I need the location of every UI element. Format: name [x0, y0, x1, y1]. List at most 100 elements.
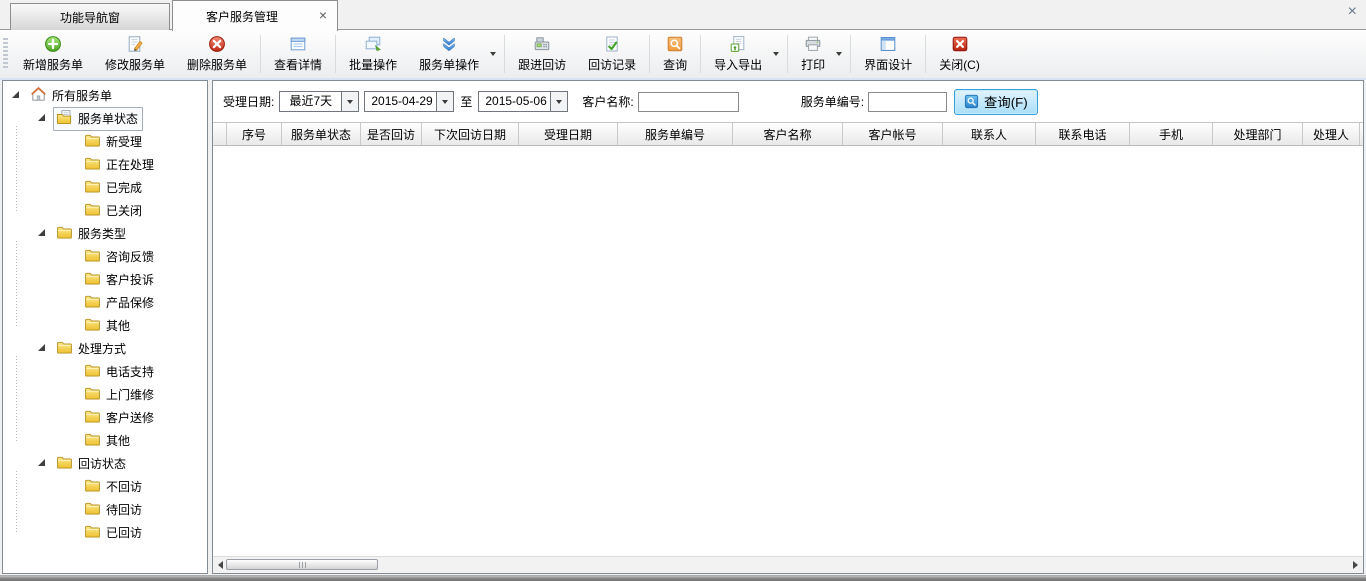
window-close-icon[interactable]: ×: [1348, 4, 1357, 20]
add-order-button[interactable]: 新增服务单: [12, 32, 94, 76]
add-icon: [44, 35, 62, 53]
tree-item-handle-method[interactable]: 处理方式: [37, 337, 207, 360]
grid-body-empty[interactable]: [213, 146, 1363, 556]
date-from-select[interactable]: 2015-04-29: [364, 91, 454, 112]
scroll-left-icon[interactable]: [218, 561, 223, 569]
tree-item-visit-status[interactable]: 回访状态: [37, 452, 207, 475]
column-header-phone[interactable]: 联系电话: [1036, 123, 1130, 145]
column-header-dept[interactable]: 处理部门: [1213, 123, 1303, 145]
print-button[interactable]: 打印: [790, 34, 836, 74]
query-toolbar-button[interactable]: 查询: [652, 32, 698, 76]
tree-item-service-type[interactable]: 服务类型: [37, 222, 207, 245]
chevron-down-icon[interactable]: [341, 92, 358, 111]
batch-ops-icon: [364, 35, 382, 53]
search-icon: [964, 94, 979, 109]
tree-item-new-accepted[interactable]: 新受理: [63, 130, 207, 153]
scroll-right-icon[interactable]: [1353, 561, 1358, 569]
folder-icon: [84, 523, 101, 543]
sidebar-tree-panel: 所有服务单 服务单状态 新受理 正在处理 已完成 已关闭 服务类型: [2, 80, 208, 574]
import-export-button[interactable]: 导入导出: [703, 34, 773, 74]
customer-name-input[interactable]: [638, 92, 739, 112]
tree-item-completed[interactable]: 已完成: [63, 176, 207, 199]
service-order-tree: 所有服务单 服务单状态 新受理 正在处理 已完成 已关闭 服务类型: [3, 81, 207, 544]
expander-icon[interactable]: [38, 229, 45, 236]
column-header-customer[interactable]: 客户名称: [733, 123, 843, 145]
edit-order-button[interactable]: 修改服务单: [94, 32, 176, 76]
service-ops-button[interactable]: 服务单操作: [408, 34, 490, 74]
column-header-accept-date[interactable]: 受理日期: [519, 123, 618, 145]
tab-close-icon[interactable]: ×: [319, 8, 327, 22]
tree-item-order-status[interactable]: 服务单状态: [37, 107, 207, 130]
folder-icon: [84, 500, 101, 520]
tree-item-all-orders[interactable]: 所有服务单: [11, 84, 207, 107]
dropdown-arrow-icon[interactable]: [773, 52, 779, 56]
tree-item-processing[interactable]: 正在处理: [63, 153, 207, 176]
delete-order-button[interactable]: 删除服务单: [176, 32, 258, 76]
tree-item-pending-visit[interactable]: 待回访: [63, 498, 207, 521]
column-header-seq[interactable]: 序号: [227, 123, 282, 145]
toolbar-grip-handle[interactable]: [3, 38, 8, 70]
folder-icon: [84, 155, 101, 175]
toolbar-separator: [850, 35, 851, 73]
tab-nav-window[interactable]: 功能导航窗: [10, 3, 170, 30]
tree-item-complaint[interactable]: 客户投诉: [63, 268, 207, 291]
tree-item-closed[interactable]: 已关闭: [63, 199, 207, 222]
view-details-icon: [289, 35, 307, 53]
toolbar-separator: [925, 35, 926, 73]
visit-record-button[interactable]: 回访记录: [577, 32, 647, 76]
toolbar-separator: [504, 35, 505, 73]
expander-icon[interactable]: [12, 91, 19, 98]
column-header-visited[interactable]: 是否回访: [361, 123, 422, 145]
toolbar-separator: [335, 35, 336, 73]
tab-customer-service[interactable]: 客户服务管理 ×: [172, 0, 338, 31]
folder-icon: [84, 362, 101, 382]
folder-icon: [84, 270, 101, 290]
query-button[interactable]: 查询(F): [954, 89, 1038, 115]
folder-icon: [56, 454, 73, 474]
visit-record-icon: [603, 35, 621, 53]
toolbar-separator: [260, 35, 261, 73]
tree-item-no-visit[interactable]: 不回访: [63, 475, 207, 498]
toolbar-separator: [700, 35, 701, 73]
expander-icon[interactable]: [38, 114, 45, 121]
filter-bar: 受理日期: 最近7天 2015-04-29 至 2015-05-06 客户名称:…: [213, 81, 1363, 122]
folder-icon: [84, 408, 101, 428]
column-header-status[interactable]: 服务单状态: [282, 123, 361, 145]
column-header-account[interactable]: 客户帐号: [843, 123, 943, 145]
tree-item-warranty[interactable]: 产品保修: [63, 291, 207, 314]
tree-item-phone-support[interactable]: 电话支持: [63, 360, 207, 383]
dropdown-arrow-icon[interactable]: [490, 52, 496, 56]
chevron-down-icon[interactable]: [436, 92, 453, 111]
view-details-button[interactable]: 查看详情: [263, 32, 333, 76]
search-icon: [666, 35, 684, 53]
horizontal-scrollbar[interactable]: [213, 556, 1363, 573]
row-indicator-header: [213, 123, 227, 145]
column-header-next-visit[interactable]: 下次回访日期: [422, 123, 519, 145]
dropdown-arrow-icon[interactable]: [836, 52, 842, 56]
date-range-select[interactable]: 最近7天: [279, 91, 359, 112]
tree-item-other-type[interactable]: 其他: [63, 314, 207, 337]
expander-icon[interactable]: [38, 344, 45, 351]
folder-icon: [84, 316, 101, 336]
follow-up-button[interactable]: 跟进回访: [507, 32, 577, 76]
tree-item-consult-feedback[interactable]: 咨询反馈: [63, 245, 207, 268]
column-header-order-no[interactable]: 服务单编号: [618, 123, 733, 145]
tree-item-other-method[interactable]: 其他: [63, 429, 207, 452]
scrollbar-thumb[interactable]: [226, 559, 378, 570]
ui-design-button[interactable]: 界面设计: [853, 32, 923, 76]
order-number-input[interactable]: [868, 92, 947, 112]
date-to-select[interactable]: 2015-05-06: [478, 91, 568, 112]
tree-item-visited[interactable]: 已回访: [63, 521, 207, 544]
column-header-mobile[interactable]: 手机: [1130, 123, 1213, 145]
column-header-handler[interactable]: 处理人: [1303, 123, 1360, 145]
tree-item-send-repair[interactable]: 客户送修: [63, 406, 207, 429]
close-button[interactable]: 关闭(C): [928, 32, 991, 76]
batch-ops-button[interactable]: 批量操作: [338, 32, 408, 76]
expander-icon[interactable]: [38, 459, 45, 466]
folder-icon: [84, 431, 101, 451]
column-header-contact[interactable]: 联系人: [943, 123, 1036, 145]
folder-icon: [84, 247, 101, 267]
tree-item-onsite-repair[interactable]: 上门维修: [63, 383, 207, 406]
follow-up-phone-icon: [533, 35, 551, 53]
chevron-down-icon[interactable]: [550, 92, 567, 111]
